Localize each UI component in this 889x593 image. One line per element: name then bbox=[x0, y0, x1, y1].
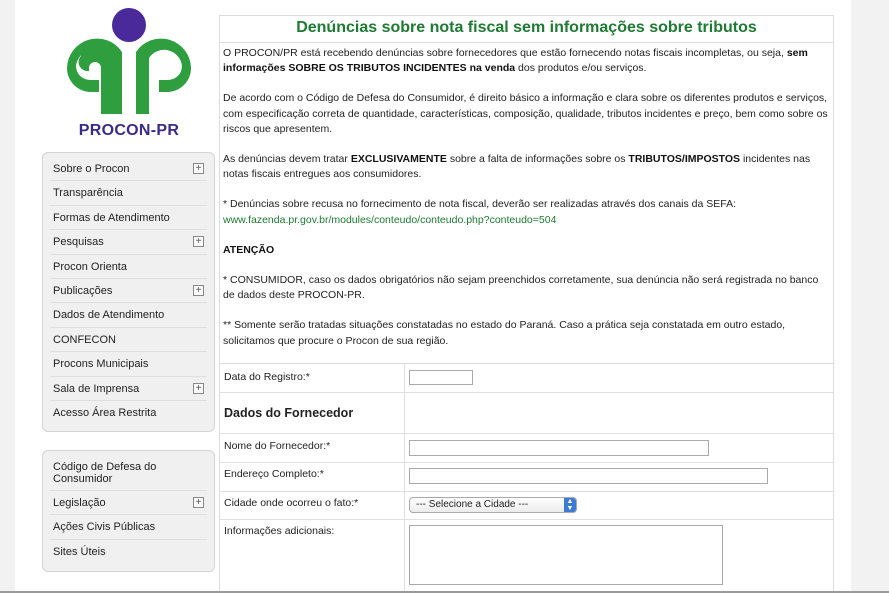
sidebar-item-label: Publicações bbox=[53, 284, 113, 297]
sidebar-item-legislacao[interactable]: Legislação + bbox=[50, 491, 207, 516]
paragraph-intro: O PROCON/PR está recebendo denúncias sob… bbox=[223, 46, 829, 76]
paragraph-cdc: De acordo com o Código de Defesa do Cons… bbox=[223, 92, 828, 135]
sidebar-item-confecon[interactable]: CONFECON bbox=[50, 328, 207, 353]
divider bbox=[404, 434, 405, 462]
sidebar-item-publicacoes[interactable]: Publicações + bbox=[50, 279, 207, 304]
sidebar-menu-secondary: Código de Defesa do Consumidor Legislaçã… bbox=[42, 450, 215, 572]
text: * Denúncias sobre recusa no fornecimento… bbox=[223, 198, 737, 211]
procon-logo-icon bbox=[66, 8, 192, 115]
expand-icon[interactable]: + bbox=[193, 497, 204, 508]
bold-text: EXCLUSIVAMENTE bbox=[350, 153, 447, 166]
paragraph-parana: ** Somente serão tratadas situações cons… bbox=[223, 319, 786, 347]
expand-icon[interactable]: + bbox=[193, 382, 204, 394]
expand-icon[interactable]: + bbox=[193, 236, 204, 248]
date-label: Data do Registro:* bbox=[224, 371, 310, 383]
sidebar-item-codigo-de-defesa[interactable]: Código de Defesa do Consumidor bbox=[50, 455, 207, 491]
form-row-address: Endereço Completo:* bbox=[220, 463, 833, 492]
text: dos produtos e/ou serviços. bbox=[515, 62, 647, 75]
sidebar-item-label: Formas de Atendimento bbox=[53, 211, 170, 224]
sidebar-item-label: Ações Civis Públicas bbox=[53, 521, 156, 534]
divider bbox=[404, 393, 405, 433]
address-input[interactable] bbox=[409, 468, 768, 484]
sidebar-item-label: Dados de Atendimento bbox=[53, 309, 165, 322]
sidebar-item-label: CONFECON bbox=[53, 333, 116, 346]
sidebar-item-label: Sites Úteis bbox=[53, 545, 106, 558]
main-content: Denúncias sobre nota fiscal sem informaç… bbox=[219, 15, 834, 593]
expand-icon[interactable]: + bbox=[193, 284, 204, 296]
sidebar-item-procons-municipais[interactable]: Procons Municipais bbox=[50, 352, 207, 377]
sidebar-item-label: Sobre o Procon bbox=[53, 163, 130, 175]
sidebar-item-sobre-o-procon[interactable]: Sobre o Procon + bbox=[50, 157, 207, 182]
sidebar-item-label: Legislação bbox=[53, 497, 106, 509]
sidebar-item-transparencia[interactable]: Transparência bbox=[50, 181, 207, 206]
form-row-supplier-name: Nome do Fornecedor:* bbox=[220, 434, 833, 463]
attention-heading: ATENÇÃO bbox=[223, 243, 829, 258]
text: O PROCON/PR está recebendo denúncias sob… bbox=[223, 47, 787, 59]
sidebar-item-dados-de-atendimento[interactable]: Dados de Atendimento bbox=[50, 303, 207, 328]
paragraph-sefa: * Denúncias sobre recusa no fornecimento… bbox=[223, 197, 829, 227]
sidebar-item-label: Procon Orienta bbox=[53, 260, 127, 273]
select-arrows-icon: ▲ ▼ bbox=[564, 498, 576, 512]
divider bbox=[404, 520, 405, 593]
info-textarea[interactable] bbox=[409, 525, 723, 585]
sidebar-item-procon-orienta[interactable]: Procon Orienta bbox=[50, 255, 207, 279]
sidebar-item-formas-de-atendimento[interactable]: Formas de Atendimento bbox=[50, 206, 207, 231]
paragraph-consumer: * CONSUMIDOR, caso os dados obrigatórios… bbox=[223, 274, 819, 302]
supplier-name-input[interactable] bbox=[409, 440, 709, 456]
city-select[interactable]: --- Selecione a Cidade --- ▲ ▼ bbox=[409, 497, 577, 513]
form-row-city: Cidade onde ocorreu o fato:* --- Selecio… bbox=[220, 492, 833, 520]
section-title: Dados do Fornecedor bbox=[224, 406, 354, 420]
date-input[interactable] bbox=[409, 370, 473, 385]
sidebar-item-pesquisas[interactable]: Pesquisas + bbox=[50, 230, 207, 255]
form-row-section: Dados do Fornecedor bbox=[220, 393, 833, 434]
intro-text: O PROCON/PR está recebendo denúncias sob… bbox=[220, 43, 833, 349]
complaint-form: Data do Registro:* Dados do Fornecedor N… bbox=[220, 363, 833, 593]
info-label: Informações adicionais: bbox=[224, 525, 335, 537]
paragraph-exclusive: As denúncias devem tratar EXCLUSIVAMENTE… bbox=[223, 152, 829, 182]
city-label: Cidade onde ocorreu o fato:* bbox=[224, 497, 359, 509]
procon-logo[interactable]: PROCON-PR bbox=[63, 8, 195, 142]
address-label: Endereço Completo:* bbox=[224, 468, 324, 480]
logo-text: PROCON-PR bbox=[78, 122, 180, 139]
page-title: Denúncias sobre nota fiscal sem informaç… bbox=[220, 16, 833, 43]
city-select-value: --- Selecione a Cidade --- bbox=[416, 499, 529, 510]
expand-icon[interactable]: + bbox=[193, 163, 204, 174]
sidebar-item-acesso-area-restrita[interactable]: Acesso Área Restrita bbox=[50, 401, 207, 425]
bold-text: TRIBUTOS/IMPOSTOS bbox=[628, 153, 741, 166]
sidebar-item-acoes-civis-publicas[interactable]: Ações Civis Públicas bbox=[50, 515, 207, 540]
form-row-info: Informações adicionais: bbox=[220, 520, 833, 593]
text: As denúncias devem tratar bbox=[223, 153, 351, 166]
sidebar-item-label: Acesso Área Restrita bbox=[53, 406, 157, 419]
text: sobre a falta de informações sobre os bbox=[446, 153, 629, 166]
sidebar-menu-main: Sobre o Procon + Transparência Formas de… bbox=[42, 152, 215, 432]
divider bbox=[404, 492, 405, 519]
supplier-name-label: Nome do Fornecedor:* bbox=[224, 440, 331, 452]
sefa-link[interactable]: www.fazenda.pr.gov.br/modules/conteudo/c… bbox=[223, 214, 556, 226]
bold-text: ATENÇÃO bbox=[223, 243, 275, 256]
sidebar-item-sites-uteis[interactable]: Sites Úteis bbox=[50, 540, 207, 564]
sidebar-item-label: Procons Municipais bbox=[53, 358, 149, 371]
sidebar-item-label: Código de Defesa do Consumidor bbox=[53, 461, 157, 485]
sidebar-item-label: Transparência bbox=[53, 187, 123, 200]
form-row-date: Data do Registro:* bbox=[220, 364, 833, 393]
sidebar-item-sala-de-imprensa[interactable]: Sala de Imprensa + bbox=[50, 377, 207, 401]
sidebar-item-label: Pesquisas bbox=[53, 236, 104, 249]
sidebar-item-label: Sala de Imprensa bbox=[53, 382, 140, 395]
divider bbox=[404, 463, 405, 491]
divider bbox=[404, 364, 405, 392]
